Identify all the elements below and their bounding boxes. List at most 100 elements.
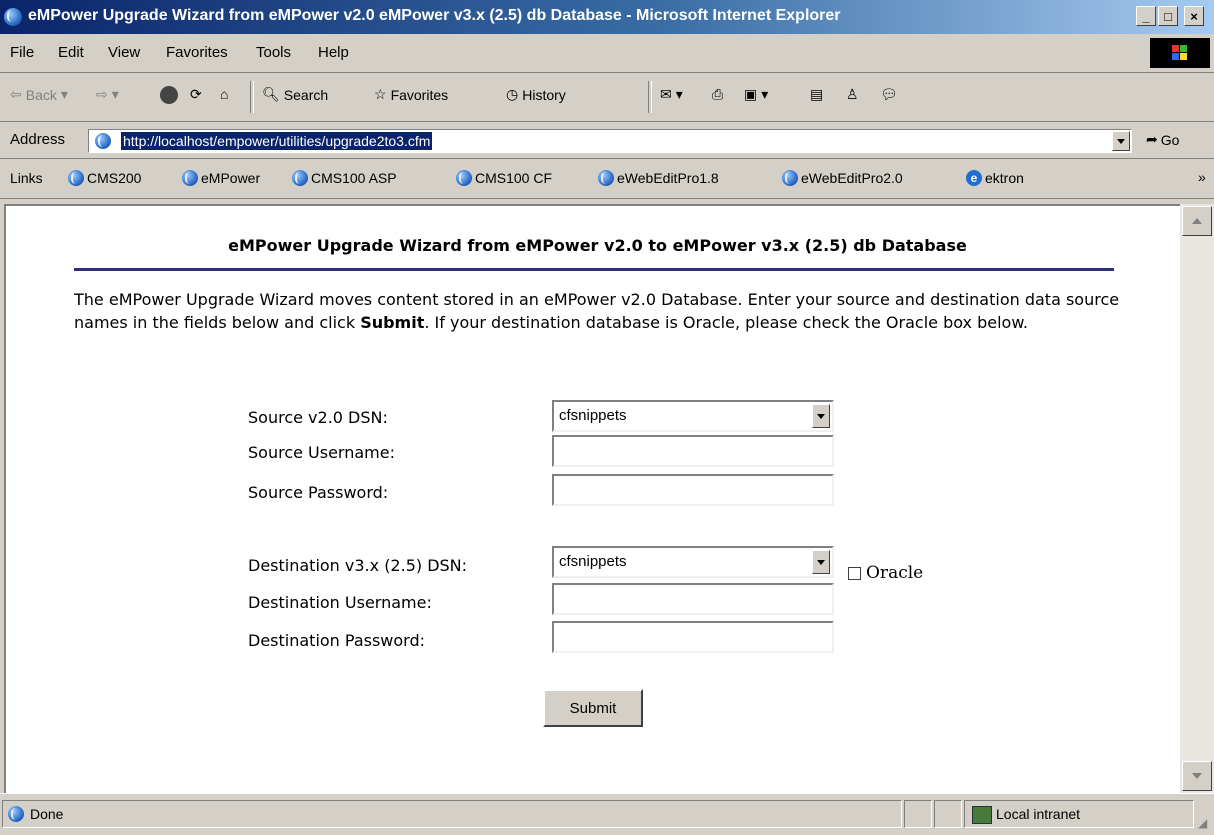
messenger-icon: ♙ — [846, 86, 859, 102]
link-ewebeditpro20[interactable]: eWebEditPro2.0 — [782, 170, 903, 186]
page-heading: eMPower Upgrade Wizard from eMPower v2.0… — [228, 236, 967, 255]
heading-rule — [74, 268, 1114, 271]
title-bar[interactable]: eMPower Upgrade Wizard from eMPower v2.0… — [0, 0, 1214, 34]
scroll-down-button[interactable] — [1182, 761, 1212, 791]
vertical-scrollbar[interactable] — [1180, 204, 1214, 793]
refresh-icon: ⟳ — [190, 86, 202, 102]
dest-dsn-value: cfsnippets — [559, 553, 627, 570]
status-panel — [2, 800, 902, 828]
status-panel — [904, 800, 932, 828]
status-panel — [934, 800, 962, 828]
links-label: Links — [10, 170, 43, 186]
favorites-icon: ☆ — [374, 86, 387, 102]
toolbar: ⇦ Back ▾ ⇨ ▾ ⟳ ⌂ 🔍︎ Search ☆ Favorites ◷… — [0, 73, 1214, 122]
dest-username-label: Destination Username: — [248, 593, 432, 612]
mail-button[interactable]: ✉ ▾ — [660, 86, 683, 103]
link-ektron[interactable]: e ektron — [966, 170, 1024, 186]
dest-username-input[interactable] — [552, 583, 834, 615]
print-button[interactable]: ⎙ — [712, 86, 723, 103]
links-bar: Links CMS200 eMPower CMS100 ASP CMS100 C… — [0, 159, 1214, 199]
intro-submit-word: Submit — [360, 313, 425, 332]
minimize-button[interactable]: _ — [1136, 6, 1156, 26]
mail-icon: ✉ — [660, 86, 672, 102]
address-dropdown-button[interactable] — [1112, 131, 1130, 151]
source-username-input[interactable] — [552, 435, 834, 467]
link-label: eWebEditPro1.8 — [617, 170, 719, 186]
discuss-button[interactable]: ▤ — [810, 86, 823, 103]
oracle-option[interactable]: Oracle — [848, 563, 923, 583]
link-ewebeditpro18[interactable]: eWebEditPro1.8 — [598, 170, 719, 186]
favorites-button[interactable]: ☆ Favorites — [374, 86, 448, 103]
oracle-checkbox[interactable] — [848, 566, 861, 580]
toolbar-separator — [648, 81, 652, 113]
intro-text-part: . If your destination database is Oracle… — [424, 313, 1029, 332]
link-empower[interactable]: eMPower — [182, 170, 260, 186]
home-button[interactable]: ⌂ — [220, 86, 228, 102]
go-label: Go — [1160, 131, 1180, 148]
source-password-input[interactable] — [552, 474, 834, 506]
menu-edit[interactable]: Edit — [58, 44, 84, 61]
address-label: Address — [10, 131, 66, 148]
source-dsn-dropdown-button[interactable] — [812, 404, 830, 428]
menu-file[interactable]: File — [10, 44, 34, 61]
arrow-down-icon — [1192, 773, 1202, 779]
menu-tools[interactable]: Tools — [256, 44, 291, 61]
menu-help[interactable]: Help — [318, 44, 349, 61]
link-cms100-cf[interactable]: CMS100 CF — [456, 170, 552, 186]
back-button[interactable]: ⇦ Back ▾ — [10, 86, 68, 103]
dest-dsn-label: Destination v3.x (2.5) DSN: — [248, 556, 468, 575]
page-icon — [182, 170, 198, 186]
resize-grip-icon[interactable]: ◢ — [1198, 816, 1207, 830]
toolbar-separator — [250, 81, 254, 113]
chat-button[interactable]: 💬︎ — [880, 86, 898, 103]
maximize-button[interactable]: □ — [1158, 6, 1178, 26]
favorites-label: Favorites — [390, 86, 449, 103]
links-more-button[interactable]: » — [1198, 169, 1206, 185]
link-label: ektron — [985, 170, 1024, 186]
home-icon: ⌂ — [220, 86, 229, 102]
ektron-icon: e — [966, 170, 982, 186]
source-dsn-label: Source v2.0 DSN: — [248, 408, 388, 427]
menu-bar: File Edit View Favorites Tools Help — [0, 34, 1214, 73]
ie-icon — [4, 8, 22, 26]
dest-password-label: Destination Password: — [248, 631, 426, 650]
address-input[interactable]: http://localhost/empower/utilities/upgra… — [88, 129, 1132, 153]
chevron-down-icon — [817, 413, 825, 419]
chevron-down-icon: ▾ — [111, 86, 119, 102]
zone-text: Local intranet — [996, 806, 1081, 822]
link-label: CMS200 — [87, 170, 142, 186]
intranet-zone-icon — [972, 806, 992, 824]
chevron-down-icon — [817, 559, 825, 565]
search-button[interactable]: 🔍︎ Search — [262, 86, 328, 103]
history-button[interactable]: ◷ History — [506, 86, 566, 103]
edit-page-button[interactable]: ▣ ▾ — [744, 86, 768, 103]
intro-text: The eMPower Upgrade Wizard moves content… — [74, 288, 1124, 334]
source-username-label: Source Username: — [248, 443, 395, 462]
refresh-button[interactable]: ⟳ — [190, 86, 202, 103]
source-dsn-select[interactable]: cfsnippets — [552, 400, 834, 432]
page-icon — [8, 806, 24, 822]
menu-favorites[interactable]: Favorites — [166, 44, 228, 61]
address-bar: Address http://localhost/empower/utiliti… — [0, 122, 1214, 159]
link-label: eWebEditPro2.0 — [801, 170, 903, 186]
address-url[interactable]: http://localhost/empower/utilities/upgra… — [121, 132, 433, 150]
link-cms200[interactable]: CMS200 — [68, 170, 141, 186]
go-button[interactable]: ➦ Go — [1146, 131, 1179, 148]
back-label: Back — [25, 86, 57, 103]
dest-password-input[interactable] — [552, 621, 834, 653]
link-cms100-asp[interactable]: CMS100 ASP — [292, 170, 397, 186]
stop-button[interactable] — [160, 86, 178, 104]
forward-button[interactable]: ⇨ ▾ — [96, 86, 119, 103]
scroll-up-button[interactable] — [1182, 206, 1212, 236]
dest-dsn-select[interactable]: cfsnippets — [552, 546, 834, 578]
dest-dsn-dropdown-button[interactable] — [812, 550, 830, 574]
submit-button[interactable]: Submit — [543, 689, 643, 727]
chevron-down-icon: ▾ — [761, 86, 769, 102]
messenger-button[interactable]: ♙ — [846, 86, 859, 103]
link-label: eMPower — [201, 170, 261, 186]
page-icon — [456, 170, 472, 186]
status-bar: Done Local intranet ◢ — [0, 793, 1214, 835]
go-arrow-icon: ➦ — [1146, 131, 1158, 147]
close-button[interactable]: × — [1184, 6, 1204, 26]
menu-view[interactable]: View — [108, 44, 140, 61]
